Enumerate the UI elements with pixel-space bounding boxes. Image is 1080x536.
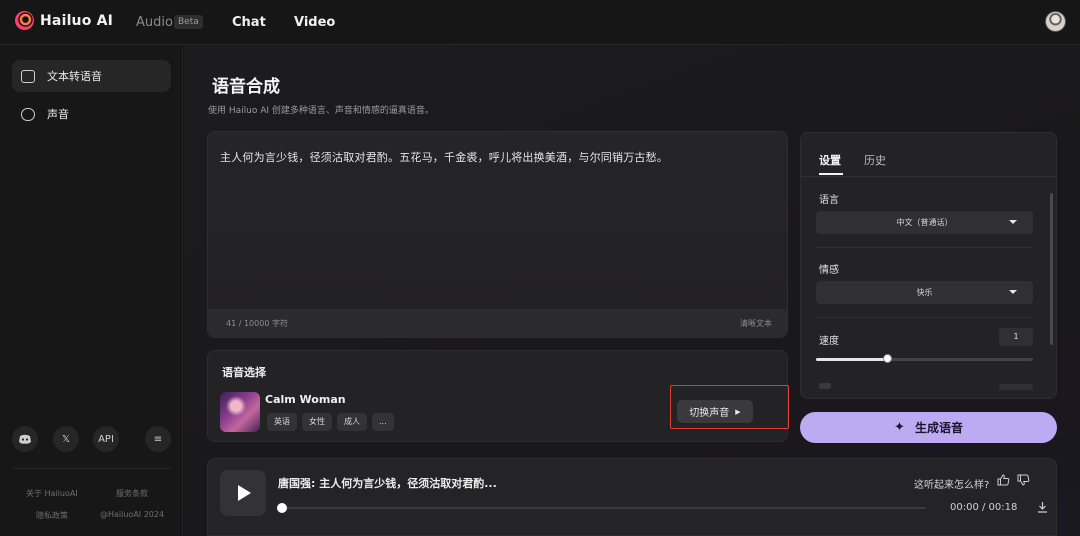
thumbs-down-icon[interactable] [1017,474,1030,489]
tab-history[interactable]: 历史 [864,152,886,168]
collapse-icon: ≡ [153,433,163,445]
speed-value-input[interactable]: 1 [999,328,1033,346]
sidebar-item-text-to-speech[interactable]: 文本转语音 [12,60,171,92]
row-divider [816,247,1033,248]
sidebar-item-label: 声音 [47,108,69,121]
nav-video[interactable]: Video [294,15,335,30]
chevron-right-icon: ▶ [735,407,741,416]
speed-slider-track[interactable] [816,358,1033,361]
sidebar-divider [14,468,170,469]
emotion-select[interactable]: 快乐 [816,281,1033,304]
copyright-text: @HailuoAI 2024 [100,510,165,519]
rating-question: 这听起来怎么样? [914,480,990,491]
playback-progress-track[interactable] [282,507,926,509]
voice-tag: 成人 [337,413,367,431]
chevron-down-icon [1009,220,1017,224]
download-icon[interactable] [1037,501,1048,516]
switch-voice-button[interactable]: 切换声音 ▶ [677,400,753,423]
user-avatar[interactable] [1045,11,1066,32]
tab-settings[interactable]: 设置 [819,152,841,168]
x-button[interactable]: 𝕏 [53,426,79,452]
top-bar: Hailuo AI Audio Beta Chat Video [0,0,1080,45]
thumbs-up-icon[interactable] [997,474,1010,489]
row-divider [816,317,1033,318]
text-input-footer: 41 / 10000 字符 清晰文本 [208,309,787,337]
main-content: 语音合成 使用 Hailuo AI 创建多种语言、声音和情感的逼真语音。 主人何… [184,45,1080,536]
voice-bubble-icon [21,107,35,121]
voice-tag: 英语 [267,413,297,431]
discord-icon [19,434,31,444]
privacy-link[interactable]: 隐私政策 [36,510,68,521]
logo[interactable]: Hailuo AI [15,11,113,30]
playback-progress-thumb[interactable] [277,503,287,513]
voice-tag: ... [372,413,394,431]
language-select[interactable]: 中文（普通话） [816,211,1033,234]
playback-time: 00:00 / 00:18 [950,502,1018,513]
sidebar-item-voice[interactable]: 声音 [12,98,171,130]
settings-scrollbar[interactable] [1050,193,1053,345]
x-icon: 𝕏 [61,433,71,445]
tabs-divider [801,176,1056,177]
emotion-value: 快乐 [916,288,933,297]
generate-speech-label: 生成语音 [914,421,963,435]
voice-name: Calm Woman [265,393,346,406]
discord-button[interactable] [12,426,38,452]
settings-panel: 设置 历史 语言 中文（普通话） 情感 快乐 速度 1 [800,132,1057,399]
api-button[interactable]: API [93,426,119,452]
speed-slider-thumb[interactable] [883,354,893,363]
page-title: 语音合成 [212,77,280,97]
play-button[interactable] [220,470,266,516]
beta-badge: Beta [174,15,203,29]
speed-slider-fill [816,358,888,361]
nav-chat[interactable]: Chat [232,15,266,30]
play-icon [238,485,251,501]
audio-player: 唐国强: 主人何为言少钱，径须沽取对君酌... 这听起来怎么样? 00:00 /… [207,458,1057,536]
sparkle-icon: ✦ [894,420,905,435]
track-title: 唐国强: 主人何为言少钱，径须沽取对君酌... [278,477,497,490]
emotion-label: 情感 [819,265,839,276]
voice-selection-title: 语音选择 [222,366,266,379]
text-input-content[interactable]: 主人何为言少钱，径须沽取对君酌。五花马，千金裘，呼儿将出换美酒，与尔同销万古愁。 [220,149,668,165]
text-to-speech-icon [21,69,35,83]
collapse-sidebar-button[interactable]: ≡ [145,426,171,452]
logo-text: Hailuo AI [40,12,114,29]
terms-link[interactable]: 服务条款 [116,488,148,499]
api-icon: API [98,433,114,445]
sidebar-item-label: 文本转语音 [47,70,102,83]
language-value: 中文（普通话） [896,218,953,227]
next-setting-value [999,384,1033,390]
speed-label: 速度 [819,336,839,347]
generate-speech-button[interactable]: ✦ 生成语音 [800,412,1057,443]
next-setting-label [819,383,831,389]
nav-audio[interactable]: Audio [136,15,173,30]
hailuo-logo-icon [15,11,34,30]
about-link[interactable]: 关于 HailuoAI [26,488,78,499]
clear-text-button[interactable]: 清晰文本 [740,318,772,329]
voice-tag: 女性 [302,413,332,431]
switch-voice-label: 切换声音 [689,408,730,419]
voice-thumbnail [220,392,260,432]
active-tab-indicator [819,173,843,175]
language-label: 语言 [819,195,839,206]
char-count: 41 / 10000 字符 [226,319,288,328]
text-input-area[interactable]: 主人何为言少钱，径须沽取对君酌。五花马，千金裘，呼儿将出换美酒，与尔同销万古愁。… [207,131,788,338]
chevron-down-icon [1009,290,1017,294]
page-subtitle: 使用 Hailuo AI 创建多种语言、声音和情感的逼真语音。 [208,106,434,116]
sidebar: 文本转语音 声音 𝕏 API ≡ 关于 HailuoAI 服务条款 隐私政策 @… [0,45,183,536]
